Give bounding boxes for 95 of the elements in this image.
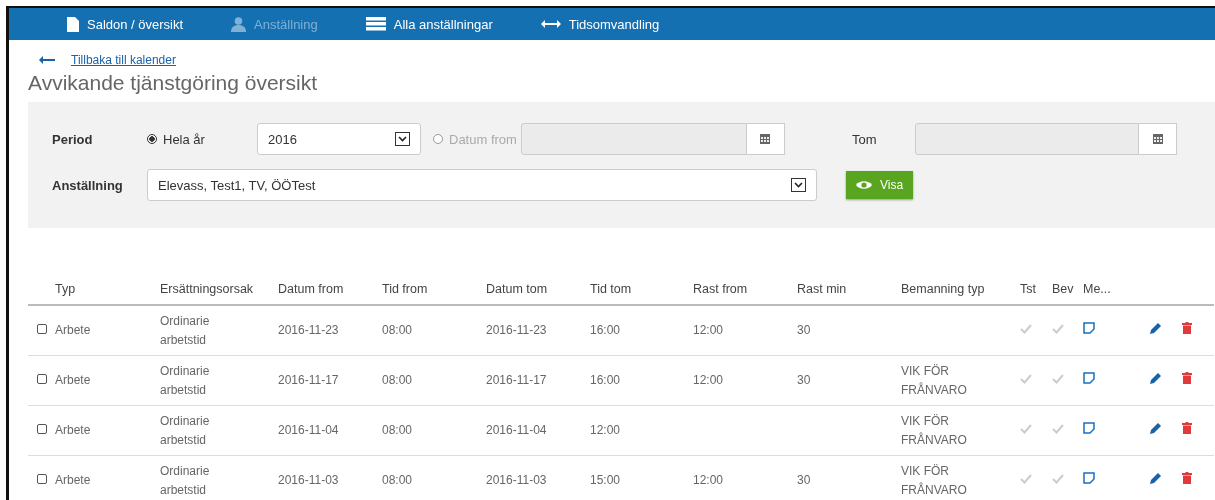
show-button[interactable]: Visa	[846, 171, 914, 199]
table-cell-text: 12:00	[693, 472, 724, 489]
check-icon[interactable]	[1052, 374, 1064, 384]
trash-icon[interactable]	[1182, 372, 1192, 384]
table-cell-text: VIK FÖR FRÅNVARO	[901, 462, 968, 499]
table-cell-text: 2016-11-17	[278, 372, 339, 389]
table-cell-text: VIK FÖR FRÅNVARO	[901, 412, 968, 449]
calendar-icon	[1152, 134, 1163, 144]
table-cell-text: Arbete	[55, 322, 91, 339]
column-header: Me...	[1083, 274, 1150, 305]
tom-label: Tom	[851, 131, 877, 147]
year-select[interactable]: 2016	[257, 123, 421, 155]
table-cell-text: 16:00	[590, 372, 621, 389]
column-header: Rast from	[693, 274, 797, 305]
nav-link[interactable]: Alla anställningar	[365, 16, 493, 32]
table-cell-text: Ordinarie arbetstid	[160, 312, 211, 349]
table-cell-text: Ordinarie arbetstid	[160, 412, 211, 449]
period-label: Period	[52, 131, 94, 147]
column-header: Bemanning typ	[901, 274, 1020, 305]
check-icon[interactable]	[1052, 424, 1064, 434]
row-checkbox[interactable]	[36, 424, 47, 434]
trash-icon[interactable]	[1182, 322, 1192, 334]
pencil-icon[interactable]	[1150, 322, 1162, 334]
table-cell-text: 12:00	[693, 372, 724, 389]
calendar-button[interactable]	[746, 123, 785, 155]
table-cell-text: Ordinarie arbetstid	[160, 362, 211, 399]
trash-icon[interactable]	[1182, 422, 1192, 434]
date-field[interactable]	[915, 123, 1140, 155]
row-checkbox[interactable]	[36, 324, 47, 334]
table-cell-text: 12:00	[590, 422, 621, 439]
note-icon[interactable]	[1083, 372, 1095, 384]
table-cell-text: 08:00	[382, 422, 413, 439]
table-cell-text: 2016-11-03	[278, 472, 339, 489]
table-cell-text: 15:00	[590, 472, 621, 489]
table-cell-text: Ordinarie arbetstid	[160, 462, 211, 499]
column-header: Datum from	[278, 274, 382, 305]
note-icon[interactable]	[1083, 322, 1095, 334]
table-cell-text: 30	[797, 372, 811, 389]
table-cell-text: Arbete	[55, 422, 91, 439]
column-header: Ersättningsorsak	[160, 274, 278, 305]
document-icon	[67, 16, 79, 32]
column-header: Typ	[55, 274, 160, 305]
person-icon	[231, 16, 247, 32]
pencil-icon[interactable]	[1150, 372, 1162, 384]
column-header: Datum tom	[486, 274, 590, 305]
table-cell-text: 12:00	[693, 322, 724, 339]
check-icon[interactable]	[1020, 424, 1032, 434]
check-icon[interactable]	[1020, 324, 1032, 334]
date-field[interactable]	[520, 123, 747, 155]
table-cell-text: Arbete	[55, 472, 91, 489]
table-cell-text: 08:00	[382, 322, 413, 339]
pencil-icon[interactable]	[1150, 472, 1162, 484]
table-cell-text: 2016-11-17	[486, 372, 547, 389]
double-arrow-icon	[540, 20, 561, 28]
back-link[interactable]: Tillbaka till kalender	[71, 53, 176, 67]
list-icon	[365, 17, 386, 31]
eye-icon	[856, 180, 872, 190]
table-cell-text: 16:00	[590, 322, 621, 339]
caret-icon	[794, 182, 803, 188]
table-cell-text: Arbete	[55, 372, 91, 389]
table-cell-text: 08:00	[382, 472, 413, 489]
trash-icon[interactable]	[1182, 472, 1192, 484]
check-icon[interactable]	[1052, 324, 1064, 334]
table-cell-text: VIK FÖR FRÅNVARO	[901, 362, 968, 399]
employment-select[interactable]: Elevass, Test1, TV, ÖÖTest	[147, 169, 817, 201]
note-icon[interactable]	[1083, 422, 1095, 434]
check-icon[interactable]	[1020, 374, 1032, 384]
row-checkbox[interactable]	[36, 474, 47, 484]
radio-option[interactable]: Hela år	[147, 131, 257, 147]
calendar-button[interactable]	[1139, 123, 1178, 155]
table-cell-text: 2016-11-23	[278, 322, 339, 339]
table-cell-text: 30	[797, 322, 811, 339]
column-header: Bev	[1052, 274, 1083, 305]
column-header: Tst	[1020, 274, 1052, 305]
page-title: Avvikande tjänstgöring översikt	[28, 71, 319, 95]
pencil-icon[interactable]	[1150, 422, 1162, 434]
table-cell-text: 2016-11-04	[486, 422, 547, 439]
table-cell-text: 2016-11-04	[278, 422, 339, 439]
table-cell-text: 2016-11-03	[486, 472, 547, 489]
nav-link[interactable]: Saldon / översikt	[67, 16, 184, 32]
note-icon[interactable]	[1083, 472, 1095, 484]
caret-icon	[398, 136, 407, 142]
column-header: Tid tom	[590, 274, 693, 305]
table-cell-text: 2016-11-23	[486, 322, 547, 339]
column-header: Tid from	[382, 274, 486, 305]
table-cell-text: 08:00	[382, 372, 413, 389]
employment-label: Anställning	[52, 177, 124, 193]
row-checkbox[interactable]	[36, 374, 47, 384]
table-cell-text: 30	[797, 472, 811, 489]
check-icon[interactable]	[1052, 474, 1064, 484]
column-header: Rast min	[797, 274, 901, 305]
calendar-icon	[760, 134, 771, 144]
nav-link[interactable]: Tidsomvandling	[540, 16, 660, 32]
check-icon[interactable]	[1020, 474, 1032, 484]
back-arrow-icon[interactable]	[39, 56, 55, 64]
